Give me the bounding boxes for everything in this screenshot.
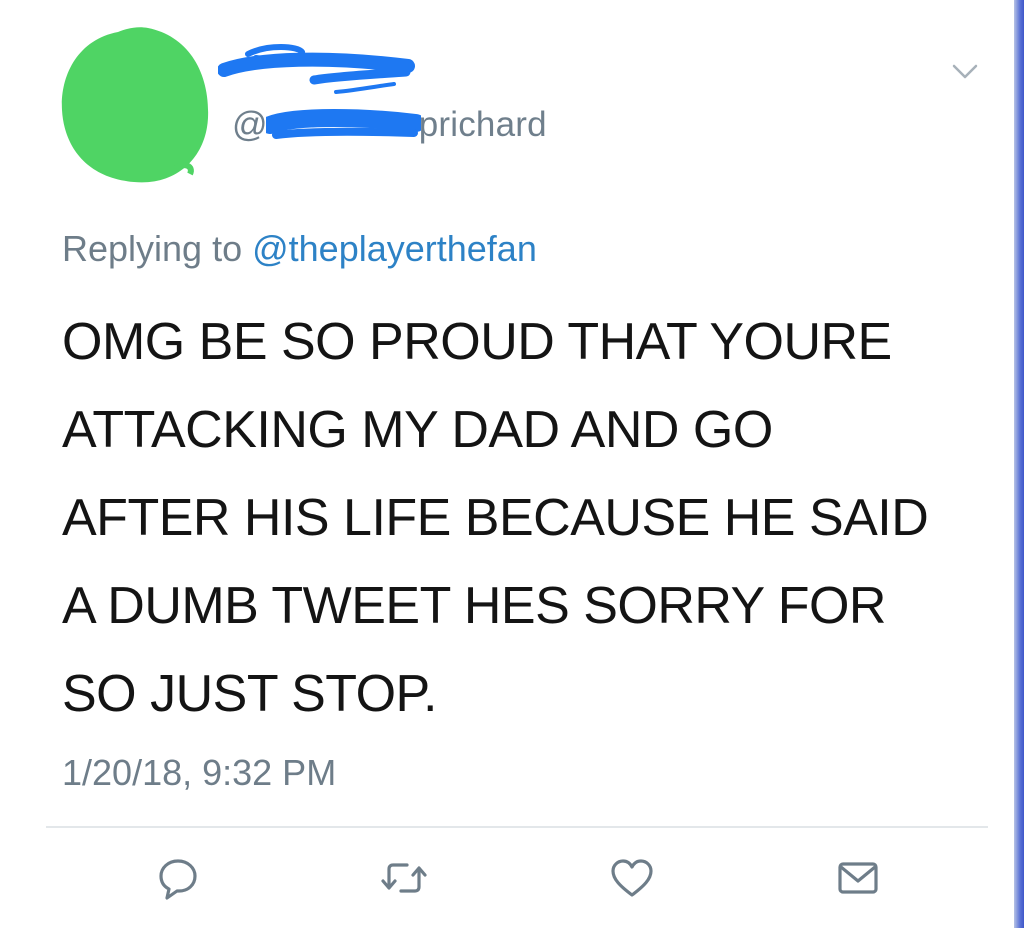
tweet-text-line: OMG BE SO PROUD THAT YOURE <box>62 313 892 371</box>
heart-icon <box>611 859 653 897</box>
handle-redacted <box>265 109 421 139</box>
chevron-down-icon[interactable] <box>950 62 980 82</box>
handle-at-sign: @ <box>232 105 268 144</box>
screenshot-edge <box>1014 0 1024 928</box>
retweet-icon <box>381 863 427 893</box>
reply-button[interactable] <box>152 852 204 904</box>
display-name-redacted[interactable] <box>218 40 418 102</box>
tweet-text-line: SO JUST STOP. <box>62 665 437 723</box>
tweet-text-line: AFTER HIS LIFE BECAUSE HE SAID <box>62 489 929 547</box>
replying-to-label: Replying to <box>62 228 253 269</box>
like-button[interactable] <box>606 852 658 904</box>
replying-to: Replying to @theplayerthefan <box>62 228 537 270</box>
tweet-timestamp[interactable]: 1/20/18, 9:32 PM <box>62 752 336 794</box>
divider <box>46 826 988 828</box>
reply-icon <box>159 859 197 900</box>
avatar-redacted[interactable] <box>56 18 216 188</box>
tweet-text-line: ATTACKING MY DAD AND GO <box>62 401 773 459</box>
envelope-icon <box>838 862 878 894</box>
replying-to-mention[interactable]: @theplayerthefan <box>252 228 537 269</box>
handle-suffix: prichard <box>418 105 547 144</box>
tweet-text-line: A DUMB TWEET HES SORRY FOR <box>62 577 886 635</box>
handle[interactable]: @ prichard <box>232 102 547 148</box>
direct-message-button[interactable] <box>832 852 884 904</box>
tweet-card: @ prichard Replying to @theplayerthefan … <box>0 0 1024 928</box>
tweet-text: OMG BE SO PROUD THAT YOURE ATTACKING MY … <box>62 298 992 738</box>
retweet-button[interactable] <box>378 852 430 904</box>
